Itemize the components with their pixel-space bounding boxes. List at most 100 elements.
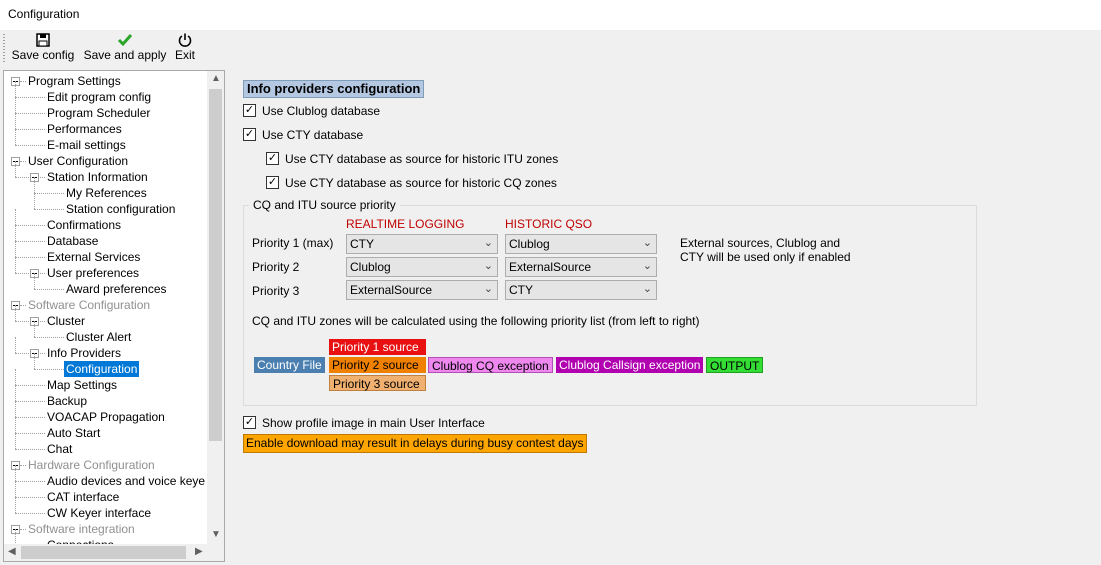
tree-item-e-mail-settings[interactable]: E-mail settings bbox=[47, 137, 126, 153]
tree-item-map-settings[interactable]: Map Settings bbox=[47, 377, 117, 393]
tree-item-cw-keyer-interface[interactable]: CW Keyer interface bbox=[47, 505, 151, 521]
tree-connector bbox=[15, 417, 17, 433]
window-title: Configuration bbox=[8, 7, 80, 21]
tree-item-user-preferences[interactable]: User preferences bbox=[47, 265, 139, 281]
tree-item-award-preferences[interactable]: Award preferences bbox=[66, 281, 167, 297]
tree-item-cluster-alert[interactable]: Cluster Alert bbox=[66, 329, 131, 345]
cty-itu-checkbox[interactable]: ✓ bbox=[266, 152, 279, 165]
historic-priority-2-select[interactable]: ExternalSource ⌄ bbox=[505, 257, 657, 277]
tree-connector bbox=[15, 449, 45, 451]
tree-item-cluster[interactable]: Cluster bbox=[47, 313, 85, 329]
group-title: CQ and ITU source priority bbox=[249, 198, 400, 212]
tree-connector bbox=[34, 369, 64, 371]
tree-connector bbox=[15, 529, 17, 545]
realtime-priority-1-select[interactable]: CTY ⌄ bbox=[346, 234, 498, 254]
scroll-left-icon[interactable]: ◀ bbox=[8, 546, 16, 557]
tree-connector bbox=[15, 385, 45, 387]
use-cty-checkbox[interactable]: ✓ bbox=[243, 128, 256, 141]
tree-connector bbox=[34, 321, 36, 337]
tree-item-auto-start[interactable]: Auto Start bbox=[47, 425, 100, 441]
tree-connector bbox=[15, 129, 45, 131]
tree-item-voacap-propagation[interactable]: VOACAP Propagation bbox=[47, 409, 165, 425]
tree-connector bbox=[20, 161, 26, 163]
tree-item-confirmations[interactable]: Confirmations bbox=[47, 217, 121, 233]
tree-item-user-configuration[interactable]: User Configuration bbox=[28, 153, 128, 169]
tree-connector bbox=[15, 81, 17, 97]
tree-item-database[interactable]: Database bbox=[47, 233, 98, 249]
tree-connector bbox=[15, 257, 17, 273]
historic-priority-3-select[interactable]: CTY ⌄ bbox=[505, 280, 657, 300]
realtime-logging-header: REALTIME LOGGING bbox=[346, 217, 465, 231]
tree-connector bbox=[20, 81, 26, 83]
tree-item-audio-devices-and-voice-keye[interactable]: Audio devices and voice keye bbox=[47, 473, 205, 489]
priority-1-source-chip: Priority 1 source bbox=[329, 339, 426, 355]
chevron-down-icon: ⌄ bbox=[642, 237, 652, 249]
tree-item-info-providers[interactable]: Info Providers bbox=[47, 345, 121, 361]
tree-item-software-configuration[interactable]: Software Configuration bbox=[28, 297, 150, 313]
tree-vertical-scrollbar[interactable]: ▲ ▼ bbox=[207, 71, 224, 545]
tree-item-cat-interface[interactable]: CAT interface bbox=[47, 489, 119, 505]
settings-tree[interactable]: Program Settings Edit program config Progr… bbox=[3, 70, 225, 562]
tree-item-program-settings[interactable]: Program Settings bbox=[28, 73, 121, 89]
exit-button[interactable]: Exit bbox=[172, 32, 198, 66]
cty-cq-checkbox[interactable]: ✓ bbox=[266, 176, 279, 189]
tree-connector bbox=[15, 97, 45, 99]
tree-connector bbox=[15, 481, 45, 483]
tree-item-chat[interactable]: Chat bbox=[47, 441, 72, 457]
country-file-chip: Country File bbox=[254, 357, 325, 373]
show-profile-checkbox[interactable]: ✓ bbox=[243, 416, 256, 429]
tree-connector bbox=[15, 113, 17, 129]
tree-item-performances[interactable]: Performances bbox=[47, 121, 122, 137]
tree-connector bbox=[15, 241, 45, 243]
clublog-cq-exception-chip: Clublog CQ exception bbox=[428, 357, 553, 373]
tree-item-configuration[interactable]: Configuration bbox=[64, 361, 140, 377]
tree-connector bbox=[34, 273, 36, 289]
show-profile-label[interactable]: Show profile image in main User Interfac… bbox=[262, 416, 485, 430]
use-clublog-checkbox[interactable]: ✓ bbox=[243, 104, 256, 117]
select-value: Clublog bbox=[350, 260, 391, 274]
scroll-down-icon[interactable]: ▼ bbox=[211, 529, 221, 540]
tree-connector bbox=[15, 337, 17, 353]
realtime-priority-3-select[interactable]: ExternalSource ⌄ bbox=[346, 280, 498, 300]
tree-connector bbox=[20, 465, 26, 467]
tree-connector bbox=[15, 417, 45, 419]
cty-itu-label[interactable]: Use CTY database as source for historic … bbox=[285, 152, 558, 166]
tree-horizontal-scroll-thumb[interactable] bbox=[21, 546, 186, 559]
tree-connector bbox=[15, 305, 17, 321]
chevron-down-icon: ⌄ bbox=[642, 260, 652, 272]
tree-horizontal-scrollbar[interactable]: ◀ ▶ bbox=[4, 544, 224, 561]
realtime-priority-2-select[interactable]: Clublog ⌄ bbox=[346, 257, 498, 277]
exit-label: Exit bbox=[174, 48, 195, 62]
use-clublog-label[interactable]: Use Clublog database bbox=[262, 104, 380, 118]
tree-item-station-configuration[interactable]: Station configuration bbox=[66, 201, 175, 217]
tree-connector bbox=[15, 97, 17, 113]
tree-item-backup[interactable]: Backup bbox=[47, 393, 87, 409]
cty-cq-label[interactable]: Use CTY database as source for historic … bbox=[285, 176, 557, 190]
select-value: CTY bbox=[509, 283, 533, 297]
save-and-apply-button[interactable]: Save and apply bbox=[83, 32, 167, 66]
tree-connector bbox=[34, 337, 64, 339]
power-icon bbox=[178, 33, 192, 47]
save-config-button[interactable]: Save config bbox=[10, 32, 76, 66]
scroll-up-icon[interactable]: ▲ bbox=[211, 73, 221, 84]
toolbar-grip[interactable] bbox=[3, 34, 5, 62]
tree-item-program-scheduler[interactable]: Program Scheduler bbox=[47, 105, 150, 121]
tree-item-software-integration[interactable]: Software integration bbox=[28, 521, 135, 537]
tree-connector bbox=[34, 289, 64, 291]
tree-item-edit-program-config[interactable]: Edit program config bbox=[47, 89, 151, 105]
tree-connector bbox=[34, 193, 36, 209]
tree-connector bbox=[15, 401, 45, 403]
tree-connector bbox=[15, 497, 45, 499]
toolbar: Save config Save and apply Exit bbox=[0, 30, 1101, 68]
scroll-right-icon[interactable]: ▶ bbox=[195, 546, 203, 557]
historic-priority-1-select[interactable]: Clublog ⌄ bbox=[505, 234, 657, 254]
tree-item-station-information[interactable]: Station Information bbox=[47, 169, 148, 185]
tree-item-my-references[interactable]: My References bbox=[66, 185, 147, 201]
use-cty-label[interactable]: Use CTY database bbox=[262, 128, 363, 142]
tree-item-external-services[interactable]: External Services bbox=[47, 249, 140, 265]
tree-vertical-scroll-thumb[interactable] bbox=[209, 89, 222, 441]
tree-connector bbox=[34, 177, 36, 193]
tree-connector bbox=[34, 193, 64, 195]
tree-item-hardware-configuration[interactable]: Hardware Configuration bbox=[28, 457, 155, 473]
tree-view[interactable]: Program Settings Edit program config Progr… bbox=[4, 71, 209, 545]
